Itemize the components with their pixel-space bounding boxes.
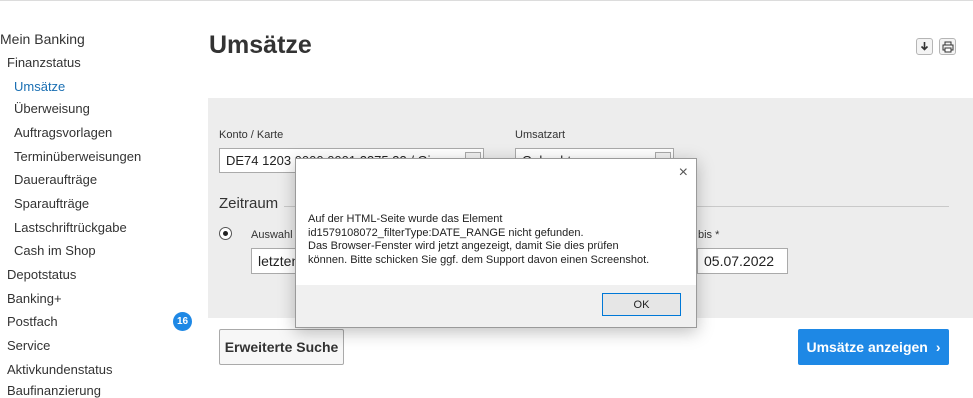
print-icon [942, 41, 953, 52]
sidebar-item-auftragsvorlagen[interactable]: Auftragsvorlagen [14, 125, 112, 140]
dialog-message: Auf der HTML-Seite wurde das Element id1… [308, 213, 688, 267]
sidebar-item-postfach[interactable]: Postfach [7, 314, 58, 329]
sidebar-item-ueberweisung[interactable]: Überweisung [14, 101, 90, 116]
dialog-message-line: Auf der HTML-Seite wurde das Element [308, 213, 503, 225]
sidebar-item-depotstatus[interactable]: Depotstatus [7, 267, 76, 282]
error-dialog: × Auf der HTML-Seite wurde das Element i… [295, 158, 697, 328]
sidebar-item-cash-im-shop[interactable]: Cash im Shop [14, 243, 96, 258]
top-divider [0, 0, 973, 1]
dialog-message-line: können. Bitte schicken Sie ggf. dem Supp… [308, 253, 650, 266]
ok-button[interactable]: OK [602, 293, 681, 316]
sidebar-item-dauerauftraege[interactable]: Daueraufträge [14, 172, 97, 187]
dialog-footer: OK [296, 285, 696, 327]
sidebar-item-lastschriftrueckgabe[interactable]: Lastschriftrückgabe [14, 220, 127, 235]
show-transactions-label: Umsätze anzeigen [806, 339, 928, 355]
account-label: Konto / Karte [219, 129, 284, 141]
sidebar-title[interactable]: Mein Banking [0, 31, 85, 47]
sidebar-item-umsaetze[interactable]: Umsätze [14, 79, 65, 94]
sidebar-item-service[interactable]: Service [7, 338, 50, 353]
close-icon[interactable]: × [679, 165, 688, 181]
page-title: Umsätze [209, 31, 312, 59]
sidebar-item-sparauftraege[interactable]: Sparaufträge [14, 196, 89, 211]
period-section-title: Zeitraum [219, 195, 279, 212]
postfach-count-badge: 16 [173, 312, 192, 331]
download-button[interactable] [916, 38, 933, 55]
period-selection-radio[interactable] [219, 227, 232, 240]
download-icon [920, 42, 929, 51]
sidebar-item-aktivkundenstatus[interactable]: Aktivkundenstatus [7, 362, 113, 377]
transaction-type-label: Umsatzart [515, 129, 566, 141]
print-button[interactable] [939, 38, 956, 55]
dialog-message-line: id1579108072_filterType:DATE_RANGE nicht… [308, 226, 584, 239]
show-transactions-button[interactable]: Umsätze anzeigen › [798, 329, 949, 365]
date-to-label: bis * [698, 229, 720, 241]
chevron-right-icon: › [935, 339, 941, 355]
sidebar-item-terminueberweisungen[interactable]: Terminüberweisungen [14, 149, 141, 164]
sidebar-item-finanzstatus[interactable]: Finanzstatus [7, 55, 81, 70]
advanced-search-button[interactable]: Erweiterte Suche [219, 329, 344, 365]
sidebar-item-baufinanzierung[interactable]: Baufinanzierung [7, 383, 101, 398]
dialog-message-line: Das Browser-Fenster wird jetzt angezeigt… [308, 240, 619, 252]
selection-label: Auswahl [251, 229, 293, 241]
date-to-input[interactable]: 05.07.2022 [697, 248, 788, 274]
sidebar-item-banking-plus[interactable]: Banking+ [7, 291, 62, 306]
